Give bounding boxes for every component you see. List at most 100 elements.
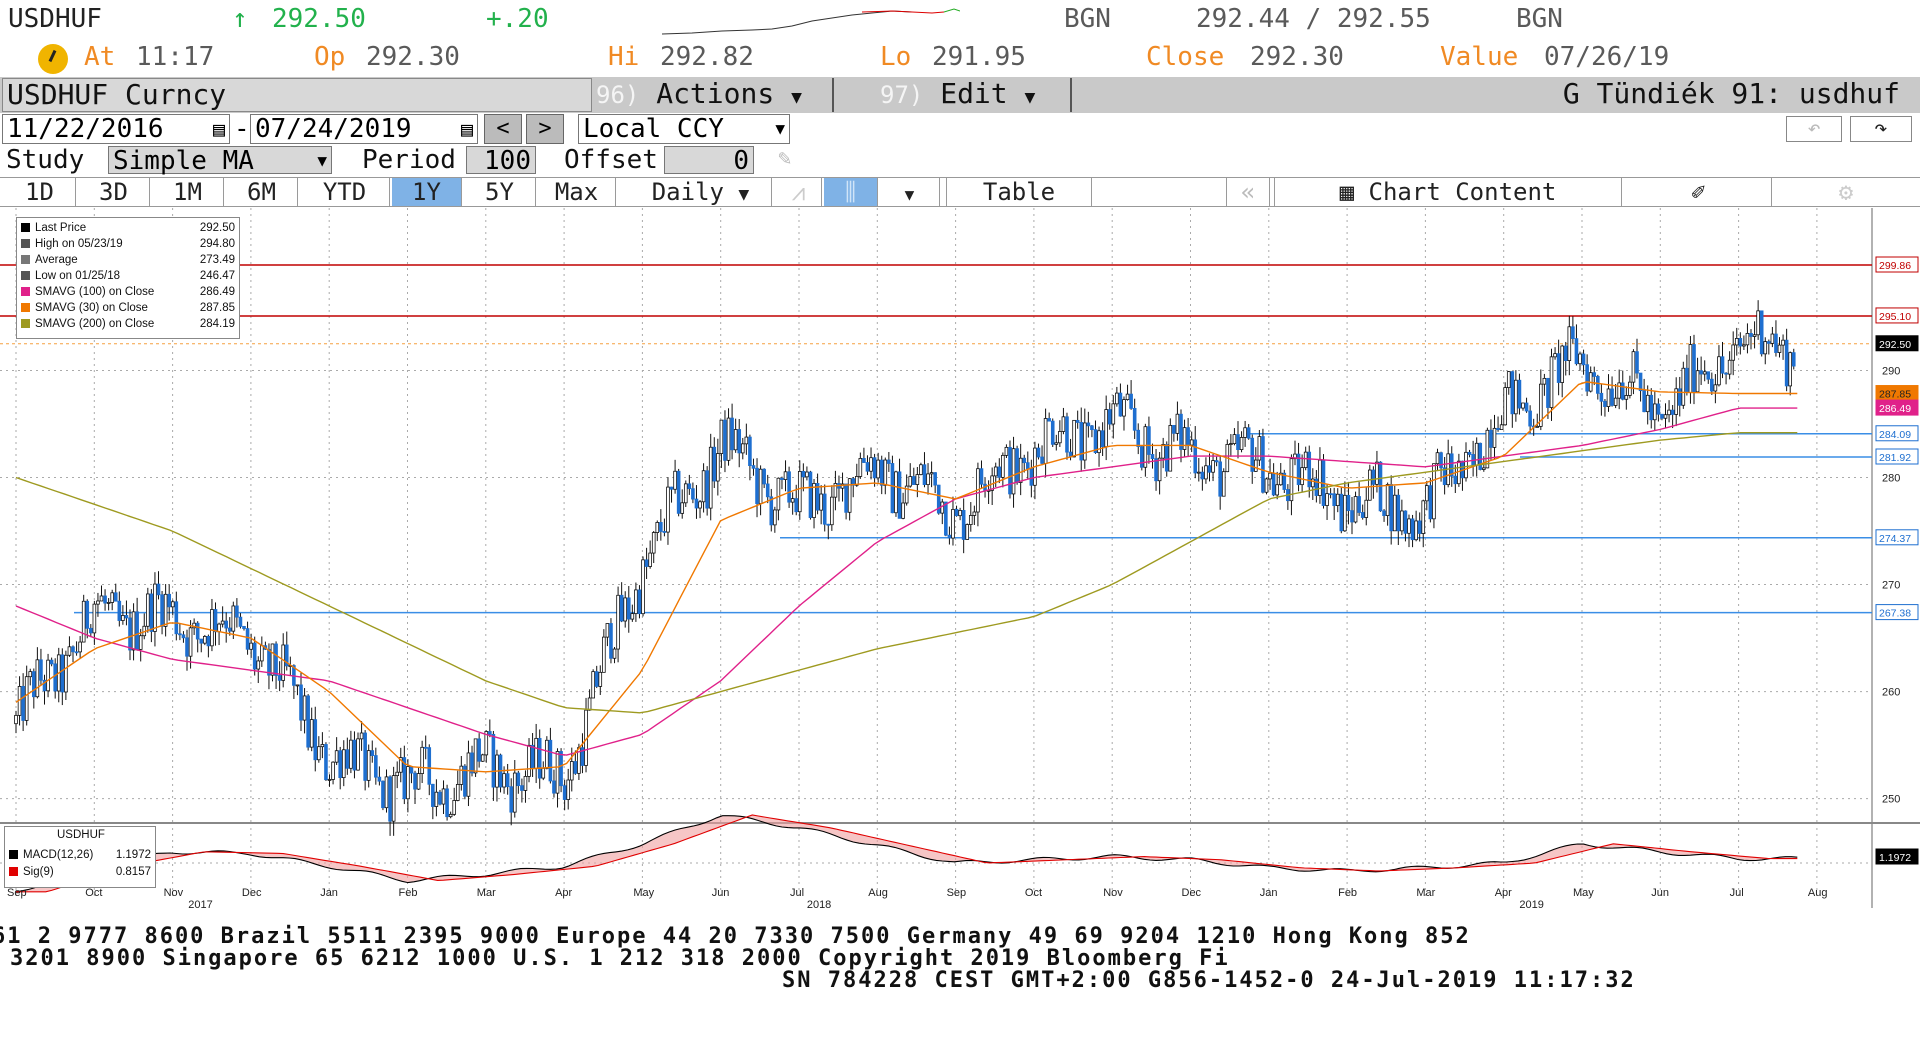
redo-button[interactable]: ↷ — [1850, 116, 1912, 142]
candle-body — [790, 498, 795, 503]
candle-body — [605, 623, 610, 638]
candle-body — [1154, 458, 1158, 482]
candle-body — [733, 429, 738, 451]
tab-1m[interactable]: 1M — [152, 178, 224, 206]
candle-body — [445, 788, 449, 818]
legend-swatch — [21, 271, 30, 281]
candle-body — [1385, 484, 1390, 516]
edit-menu[interactable]: 97) Edit ▼ — [836, 78, 1072, 112]
candle-body — [637, 589, 642, 615]
legend-label: Last Price — [35, 222, 87, 234]
candle-body — [1514, 379, 1518, 415]
sparkline-icon — [662, 8, 960, 35]
settings-gear-icon[interactable]: ⚙ — [1776, 178, 1916, 206]
candle-body — [1368, 469, 1372, 501]
macd-legend: USDHUF MACD(12,26) 1.1972 Sig(9) 0.8157 — [4, 826, 156, 888]
candle-body — [117, 600, 122, 621]
candle-body — [1239, 437, 1244, 450]
line-chart-icon[interactable]: ⩘ — [776, 178, 822, 206]
candle-body — [306, 695, 310, 748]
currency-select[interactable]: Local CCY ▼ — [578, 114, 790, 144]
chart-type-dropdown[interactable]: ▼ — [880, 178, 940, 206]
offset-field[interactable]: 0 — [664, 146, 754, 175]
candle-body — [1791, 352, 1796, 367]
candle-body — [659, 522, 663, 532]
annotate-icon[interactable]: ✐ — [1626, 178, 1772, 206]
candle-body — [944, 501, 948, 536]
candle-chart-icon[interactable]: ⫼ — [824, 178, 878, 206]
candle-body — [737, 429, 742, 454]
tab-ytd[interactable]: YTD — [300, 178, 390, 206]
actions-menu[interactable]: 96) Actions ▼ — [596, 78, 834, 112]
candle-body — [705, 470, 709, 509]
candle-body — [1118, 392, 1123, 417]
next-period-button[interactable]: > — [526, 114, 564, 144]
candle-body — [1649, 394, 1654, 421]
gauge-icon[interactable] — [38, 44, 68, 74]
candle-body — [947, 534, 952, 539]
undo-button[interactable]: ↶ — [1786, 116, 1842, 142]
legend-label: High on 05/23/19 — [35, 238, 123, 250]
tab-3d[interactable]: 3D — [78, 178, 150, 206]
tab-6m[interactable]: 6M — [226, 178, 298, 206]
tab-1d[interactable]: 1D — [4, 178, 76, 206]
legend-value: 284.19 — [199, 318, 235, 330]
candle-body — [452, 800, 457, 815]
candle-body — [260, 645, 264, 662]
security-name[interactable]: USDHUF Curncy — [2, 78, 592, 112]
chart-legend: Last Price 292.50 High on 05/23/19 294.80 Av… — [16, 217, 240, 339]
candle-body — [227, 627, 232, 632]
table-button[interactable]: Table — [946, 178, 1092, 206]
candle-body — [926, 473, 930, 485]
tab-1y[interactable]: 1Y — [392, 178, 462, 206]
at-label: At — [84, 42, 116, 72]
end-date-field[interactable]: 07/24/2019 ▤ — [250, 114, 478, 144]
candle-body — [762, 468, 766, 485]
candle-body — [377, 776, 382, 782]
start-date-field[interactable]: 11/22/2016 ▤ — [2, 114, 230, 144]
candle-body — [591, 671, 595, 699]
frequency-select[interactable]: Daily ▼ — [630, 178, 772, 206]
candle-body — [562, 785, 567, 800]
candle-body — [968, 515, 973, 525]
candle-body — [1147, 426, 1151, 455]
candle-body — [1268, 472, 1272, 480]
price-chart[interactable]: 250 260 270 280 290 299.86 295.10 292.50 287.85 2… — [0, 208, 1920, 908]
candle-body — [1734, 338, 1739, 346]
x-month-label: May — [633, 887, 654, 899]
collapse-icon[interactable]: « — [1226, 178, 1270, 206]
legend-value: 246.47 — [199, 270, 235, 282]
candle-body — [872, 457, 877, 479]
calendar-icon[interactable]: ▤ — [213, 115, 225, 143]
tab-max[interactable]: Max — [538, 178, 616, 206]
candle-body — [662, 531, 667, 533]
period-field[interactable]: 100 — [466, 146, 536, 175]
candle-body — [138, 635, 143, 650]
candle-body — [1328, 493, 1333, 496]
study-select[interactable]: Simple MA ▼ — [108, 146, 332, 175]
candle-body — [509, 786, 514, 813]
candle-body — [1132, 407, 1137, 431]
prev-period-button[interactable]: < — [484, 114, 522, 144]
candle-body — [409, 766, 414, 774]
candle-body — [1560, 345, 1564, 383]
candle-body — [1752, 334, 1757, 337]
candle-body — [1186, 427, 1190, 446]
chart-content-button[interactable]: ▦ Chart Content — [1274, 178, 1622, 206]
calendar-icon[interactable]: ▤ — [461, 115, 473, 143]
x-month-label: Jul — [790, 887, 804, 899]
pencil-icon[interactable]: ✎ — [778, 146, 791, 171]
tab-5y[interactable]: 5Y — [464, 178, 536, 206]
candle-body — [1571, 326, 1575, 340]
candle-body — [1025, 462, 1030, 469]
candle-body — [1592, 372, 1597, 377]
candle-body — [755, 467, 759, 504]
candle-body — [1685, 367, 1689, 393]
candle-body — [413, 772, 417, 790]
candle-body — [1218, 461, 1222, 497]
candle-body — [327, 779, 332, 781]
candle-body — [680, 502, 685, 514]
candle-body — [961, 510, 966, 540]
candle-body — [1549, 356, 1554, 408]
candle-body — [1710, 378, 1714, 392]
